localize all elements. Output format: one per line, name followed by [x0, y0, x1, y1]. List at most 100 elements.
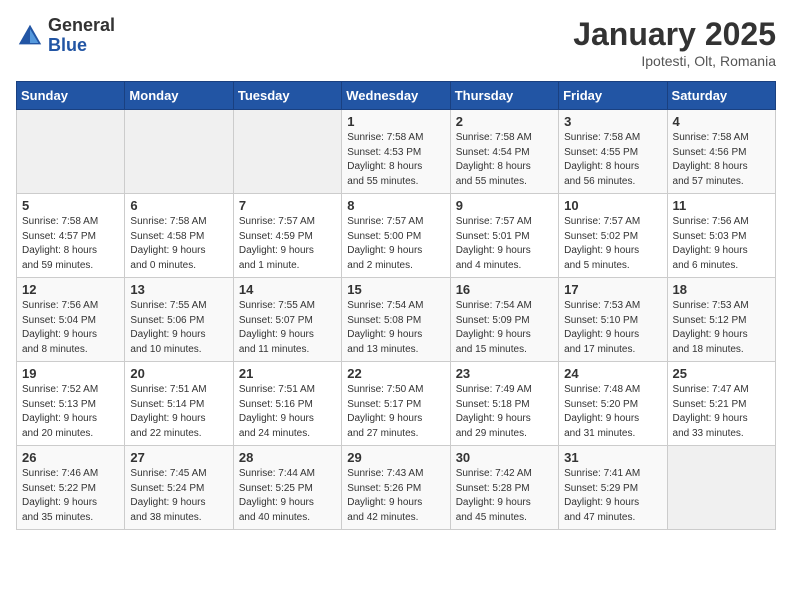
day-number: 24: [564, 366, 661, 381]
weekday-header-row: SundayMondayTuesdayWednesdayThursdayFrid…: [17, 82, 776, 110]
calendar-cell: 31 Sunrise: 7:41 AM Sunset: 5:29 PM Dayli…: [559, 446, 667, 530]
day-info: Sunrise: 7:58 AM Sunset: 4:58 PM Dayligh…: [130, 215, 227, 273]
day-info: Sunrise: 7:54 AM Sunset: 5:09 PM Dayligh…: [456, 299, 553, 357]
month-title: January 2025: [573, 16, 776, 53]
day-info: Sunrise: 7:58 AM Sunset: 4:55 PM Dayligh…: [564, 131, 661, 189]
day-number: 29: [347, 450, 444, 465]
day-number: 16: [456, 282, 553, 297]
calendar-week-row: 26Sunrise: 7:46 AM Sunset: 5:22 PM Dayli…: [17, 446, 776, 530]
day-number: 30: [456, 450, 553, 465]
day-info: Sunrise: 7:57 AM Sunset: 5:00 PM Dayligh…: [347, 215, 444, 273]
day-info: Sunrise: 7:41 AM Sunset: 5:29 PM Dayligh…: [564, 467, 661, 525]
day-info: Sunrise: 7:53 AM Sunset: 5:10 PM Dayligh…: [564, 299, 661, 357]
calendar-cell: [125, 110, 233, 194]
logo-general: General: [48, 16, 115, 36]
day-number: 22: [347, 366, 444, 381]
page-header: General Blue January 2025 Ipotesti, Olt,…: [16, 16, 776, 69]
calendar-week-row: 1Sunrise: 7:58 AM Sunset: 4:53 PM Daylig…: [17, 110, 776, 194]
calendar-week-row: 5 Sunrise: 7:58 AM Sunset: 4:57 PM Daylig…: [17, 194, 776, 278]
day-number: 2: [456, 114, 553, 129]
calendar-cell: [17, 110, 125, 194]
calendar-cell: 2 Sunrise: 7:58 AM Sunset: 4:54 PM Daylig…: [450, 110, 558, 194]
day-info: Sunrise: 7:58 AM Sunset: 4:54 PM Dayligh…: [456, 131, 553, 189]
day-number: 26: [22, 450, 119, 465]
weekday-header: Thursday: [450, 82, 558, 110]
day-number: 25: [673, 366, 770, 381]
logo-text: General Blue: [48, 16, 115, 56]
calendar-cell: 28 Sunrise: 7:44 AM Sunset: 5:25 PM Dayli…: [233, 446, 341, 530]
day-info: Sunrise: 7:51 AM Sunset: 5:16 PM Dayligh…: [239, 383, 336, 441]
weekday-header: Monday: [125, 82, 233, 110]
day-info: Sunrise: 7:50 AM Sunset: 5:17 PM Dayligh…: [347, 383, 444, 441]
day-info: Sunrise: 7:56 AM Sunset: 5:03 PM Dayligh…: [673, 215, 770, 273]
day-number: 9: [456, 198, 553, 213]
day-number: 15: [347, 282, 444, 297]
day-number: 21: [239, 366, 336, 381]
calendar-cell: 26Sunrise: 7:46 AM Sunset: 5:22 PM Dayli…: [17, 446, 125, 530]
calendar-cell: 22 Sunrise: 7:50 AM Sunset: 5:17 PM Dayli…: [342, 362, 450, 446]
calendar-cell: 20 Sunrise: 7:51 AM Sunset: 5:14 PM Dayli…: [125, 362, 233, 446]
calendar-cell: 8 Sunrise: 7:57 AM Sunset: 5:00 PM Daylig…: [342, 194, 450, 278]
day-number: 12: [22, 282, 119, 297]
calendar-cell: 13 Sunrise: 7:55 AM Sunset: 5:06 PM Dayli…: [125, 278, 233, 362]
calendar-cell: 10 Sunrise: 7:57 AM Sunset: 5:02 PM Dayli…: [559, 194, 667, 278]
day-info: Sunrise: 7:58 AM Sunset: 4:56 PM Dayligh…: [673, 131, 770, 189]
calendar-table: SundayMondayTuesdayWednesdayThursdayFrid…: [16, 81, 776, 530]
calendar-cell: [233, 110, 341, 194]
day-info: Sunrise: 7:42 AM Sunset: 5:28 PM Dayligh…: [456, 467, 553, 525]
day-info: Sunrise: 7:51 AM Sunset: 5:14 PM Dayligh…: [130, 383, 227, 441]
logo-icon: [16, 22, 44, 50]
calendar-cell: 1Sunrise: 7:58 AM Sunset: 4:53 PM Daylig…: [342, 110, 450, 194]
calendar-cell: 5 Sunrise: 7:58 AM Sunset: 4:57 PM Daylig…: [17, 194, 125, 278]
day-info: Sunrise: 7:58 AM Sunset: 4:53 PM Dayligh…: [347, 131, 444, 189]
day-info: Sunrise: 7:53 AM Sunset: 5:12 PM Dayligh…: [673, 299, 770, 357]
location: Ipotesti, Olt, Romania: [573, 53, 776, 69]
day-number: 28: [239, 450, 336, 465]
day-number: 5: [22, 198, 119, 213]
day-number: 27: [130, 450, 227, 465]
day-number: 13: [130, 282, 227, 297]
calendar-cell: 7 Sunrise: 7:57 AM Sunset: 4:59 PM Daylig…: [233, 194, 341, 278]
day-number: 20: [130, 366, 227, 381]
calendar-cell: 11Sunrise: 7:56 AM Sunset: 5:03 PM Dayli…: [667, 194, 775, 278]
calendar-cell: 4Sunrise: 7:58 AM Sunset: 4:56 PM Daylig…: [667, 110, 775, 194]
calendar-cell: 16 Sunrise: 7:54 AM Sunset: 5:09 PM Dayli…: [450, 278, 558, 362]
day-number: 31: [564, 450, 661, 465]
weekday-header: Wednesday: [342, 82, 450, 110]
day-number: 18: [673, 282, 770, 297]
day-number: 3: [564, 114, 661, 129]
day-number: 10: [564, 198, 661, 213]
calendar-cell: 24 Sunrise: 7:48 AM Sunset: 5:20 PM Dayli…: [559, 362, 667, 446]
day-number: 8: [347, 198, 444, 213]
calendar-cell: 6Sunrise: 7:58 AM Sunset: 4:58 PM Daylig…: [125, 194, 233, 278]
calendar-cell: 18 Sunrise: 7:53 AM Sunset: 5:12 PM Dayli…: [667, 278, 775, 362]
calendar-cell: 21 Sunrise: 7:51 AM Sunset: 5:16 PM Dayli…: [233, 362, 341, 446]
day-number: 14: [239, 282, 336, 297]
day-info: Sunrise: 7:57 AM Sunset: 4:59 PM Dayligh…: [239, 215, 336, 273]
day-number: 23: [456, 366, 553, 381]
day-info: Sunrise: 7:45 AM Sunset: 5:24 PM Dayligh…: [130, 467, 227, 525]
day-info: Sunrise: 7:54 AM Sunset: 5:08 PM Dayligh…: [347, 299, 444, 357]
title-block: January 2025 Ipotesti, Olt, Romania: [573, 16, 776, 69]
calendar-cell: [667, 446, 775, 530]
day-info: Sunrise: 7:56 AM Sunset: 5:04 PM Dayligh…: [22, 299, 119, 357]
logo: General Blue: [16, 16, 115, 56]
day-info: Sunrise: 7:58 AM Sunset: 4:57 PM Dayligh…: [22, 215, 119, 273]
weekday-header: Friday: [559, 82, 667, 110]
day-info: Sunrise: 7:47 AM Sunset: 5:21 PM Dayligh…: [673, 383, 770, 441]
day-info: Sunrise: 7:48 AM Sunset: 5:20 PM Dayligh…: [564, 383, 661, 441]
calendar-cell: 23Sunrise: 7:49 AM Sunset: 5:18 PM Dayli…: [450, 362, 558, 446]
calendar-cell: 12 Sunrise: 7:56 AM Sunset: 5:04 PM Dayli…: [17, 278, 125, 362]
day-number: 7: [239, 198, 336, 213]
calendar-week-row: 12 Sunrise: 7:56 AM Sunset: 5:04 PM Dayli…: [17, 278, 776, 362]
day-info: Sunrise: 7:52 AM Sunset: 5:13 PM Dayligh…: [22, 383, 119, 441]
day-info: Sunrise: 7:44 AM Sunset: 5:25 PM Dayligh…: [239, 467, 336, 525]
calendar-cell: 9 Sunrise: 7:57 AM Sunset: 5:01 PM Daylig…: [450, 194, 558, 278]
calendar-week-row: 19Sunrise: 7:52 AM Sunset: 5:13 PM Dayli…: [17, 362, 776, 446]
calendar-cell: 27 Sunrise: 7:45 AM Sunset: 5:24 PM Dayli…: [125, 446, 233, 530]
weekday-header: Sunday: [17, 82, 125, 110]
calendar-cell: 25 Sunrise: 7:47 AM Sunset: 5:21 PM Dayli…: [667, 362, 775, 446]
day-info: Sunrise: 7:55 AM Sunset: 5:06 PM Dayligh…: [130, 299, 227, 357]
day-info: Sunrise: 7:57 AM Sunset: 5:02 PM Dayligh…: [564, 215, 661, 273]
day-info: Sunrise: 7:57 AM Sunset: 5:01 PM Dayligh…: [456, 215, 553, 273]
